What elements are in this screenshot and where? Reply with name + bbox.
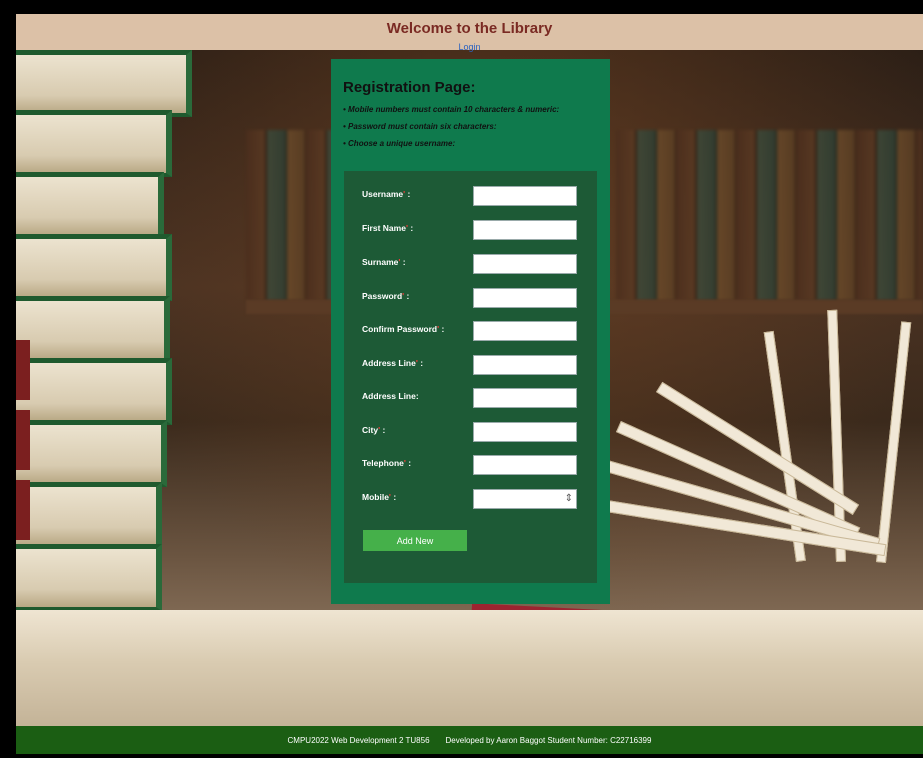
field-row-password: Password' : <box>344 288 597 310</box>
field-row-city: City' : <box>344 422 597 444</box>
first-name-input[interactable] <box>473 220 577 240</box>
registration-panel: Registration Page: • Mobile numbers must… <box>331 59 610 604</box>
telephone-input[interactable] <box>473 455 577 475</box>
field-row-confirm-password: Confirm Password' : <box>344 321 597 343</box>
background-shelf-books <box>246 130 336 300</box>
add-new-button[interactable]: Add New <box>363 530 467 551</box>
address-line-1-input[interactable] <box>473 355 577 375</box>
site-title: Welcome to the Library <box>386 20 553 37</box>
address-line-2-label: Address Line: <box>362 391 419 401</box>
rule-mobile: • Mobile numbers must contain 10 charact… <box>343 105 560 114</box>
rule-username: • Choose a unique username: <box>343 139 456 148</box>
field-row-surname: Surname' : <box>344 254 597 276</box>
background-shelf-books <box>616 130 923 300</box>
field-row-address-line-2: Address Line: <box>344 388 597 410</box>
registration-title: Registration Page: <box>343 79 476 96</box>
mobile-input[interactable] <box>473 489 577 509</box>
open-book <box>16 610 923 740</box>
first-name-label: First Name' : <box>362 223 414 233</box>
mobile-label: Mobile' : <box>362 492 397 502</box>
password-input[interactable] <box>473 288 577 308</box>
field-row-username: Username' : <box>344 186 597 208</box>
site-header: Welcome to the Library Login <box>16 14 923 52</box>
footer-developer: Developed by Aaron Baggot Student Number… <box>445 735 652 745</box>
city-label: City' : <box>362 425 386 435</box>
site-footer: CMPU2022 Web Development 2 TU856 Develop… <box>16 726 923 754</box>
confirm-password-input[interactable] <box>473 321 577 341</box>
field-row-first-name: First Name' : <box>344 220 597 242</box>
surname-label: Surname' : <box>362 257 406 267</box>
book-stack <box>16 50 206 650</box>
registration-form: Username' : First Name' : Surname' : Pas… <box>344 171 597 583</box>
username-input[interactable] <box>473 186 577 206</box>
city-input[interactable] <box>473 422 577 442</box>
registration-rules: • Mobile numbers must contain 10 charact… <box>343 105 603 156</box>
telephone-label: Telephone' : <box>362 458 412 468</box>
field-row-address-line-1: Address Line' : <box>344 355 597 377</box>
footer-course: CMPU2022 Web Development 2 TU856 <box>287 735 430 745</box>
rule-password: • Password must contain six characters: <box>343 122 497 131</box>
confirm-password-label: Confirm Password' : <box>362 324 445 334</box>
password-label: Password' : <box>362 291 410 301</box>
surname-input[interactable] <box>473 254 577 274</box>
login-link[interactable]: Login <box>458 42 480 52</box>
field-row-mobile: Mobile' : ⇕ <box>344 489 597 511</box>
address-line-2-input[interactable] <box>473 388 577 408</box>
field-row-telephone: Telephone' : <box>344 455 597 477</box>
username-label: Username' : <box>362 189 411 199</box>
address-line-1-label: Address Line' : <box>362 358 424 368</box>
number-stepper-icon[interactable]: ⇕ <box>565 493 573 504</box>
page: Welcome to the Library Login Registratio… <box>16 14 923 754</box>
